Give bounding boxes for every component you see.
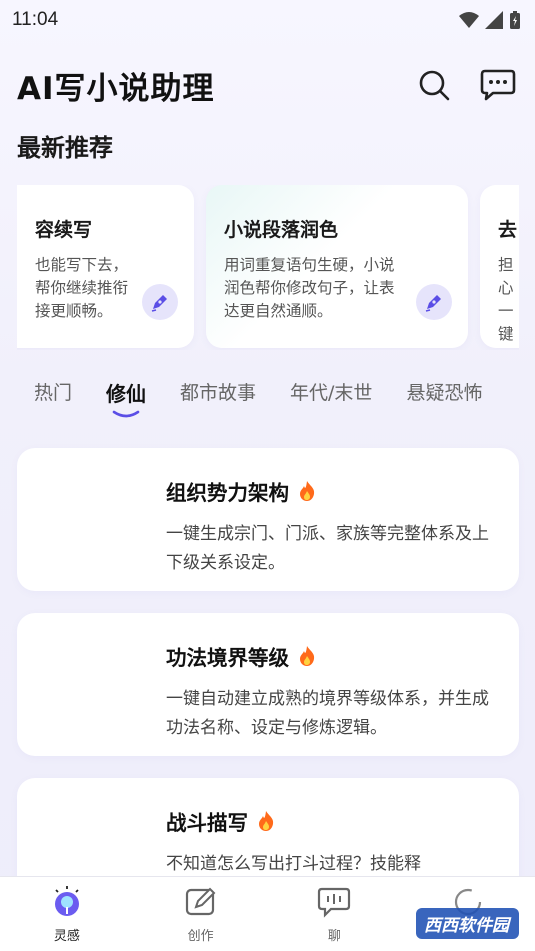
tab-label: 悬疑恐怖	[406, 382, 483, 404]
feature-title: 功法境界等级	[166, 646, 289, 670]
recommend-card-desc: 担心一键更	[498, 256, 514, 350]
carousel-track: 容续写 也能写下去，帮你继续推衔接更顺畅。 小说段落润色 用词重复语句生硬，小说…	[17, 185, 519, 350]
category-tabs: 热门 修仙 都市故事 年代/末世 悬疑恐怖	[17, 372, 535, 422]
feature-desc: 一键自动建立成熟的境界等级体系，并生成功法名称、设定与修炼逻辑。	[166, 689, 489, 738]
recommend-card-title: 去	[498, 219, 518, 241]
feature-desc: 不知道怎么写出打斗过程？技能释	[166, 854, 421, 874]
pen-button[interactable]	[142, 284, 178, 320]
pen-button[interactable]	[416, 284, 452, 320]
nav-label: 灵感	[53, 929, 80, 944]
watermark-logo: 西西软件园	[416, 908, 519, 939]
recommend-card[interactable]: 小说段落润色 用词重复语句生硬，小说润色帮你修改句子，让表达更自然通顺。	[206, 185, 468, 348]
battery-icon	[510, 11, 520, 29]
fire-icon	[259, 811, 274, 831]
feature-title: 战斗描写	[166, 811, 248, 835]
nav-item-chat[interactable]: 聊	[289, 885, 379, 944]
edit-icon	[184, 885, 218, 919]
recommend-carousel[interactable]: 容续写 也能写下去，帮你继续推衔接更顺畅。 小说段落润色 用词重复语句生硬，小说…	[17, 185, 519, 350]
header-actions	[415, 66, 517, 104]
feature-list: 组织势力架构 一键生成宗门、门派、家族等完整体系及上下级关系设定。 功法境界等级…	[17, 448, 519, 943]
signal-icon	[485, 11, 503, 29]
recommend-card-title: 小说段落润色	[224, 219, 339, 241]
feature-title-row: 组织势力架构	[166, 476, 499, 506]
feature-desc: 一键生成宗门、门派、家族等完整体系及上下级关系设定。	[166, 524, 489, 573]
nav-label: 聊	[327, 929, 341, 944]
nav-item-inspiration[interactable]: 灵感	[22, 885, 112, 944]
fire-icon	[300, 646, 315, 666]
tab-label: 修仙	[106, 382, 147, 406]
search-button[interactable]	[415, 66, 453, 104]
feature-title: 组织势力架构	[166, 481, 289, 505]
tab-suspense[interactable]: 悬疑恐怖	[389, 372, 499, 405]
tab-active-indicator	[112, 410, 140, 418]
feature-title-row: 战斗描写	[166, 806, 499, 836]
recommend-card[interactable]: 容续写 也能写下去，帮你继续推衔接更顺畅。	[17, 185, 194, 348]
chat-icon	[317, 885, 351, 919]
watermark-text: 西西软件园	[424, 916, 509, 936]
app-screen: 11:04 AI写小说助理 最新推荐 容续写 也能写下去，帮你继续推衔接更顺畅。…	[0, 0, 535, 951]
tab-label: 热门	[34, 382, 73, 404]
feature-card[interactable]: 功法境界等级 一键自动建立成熟的境界等级体系，并生成功法名称、设定与修炼逻辑。	[17, 613, 519, 756]
tab-urban[interactable]: 都市故事	[163, 372, 273, 405]
pen-icon	[151, 295, 167, 312]
recommend-card-desc: 也能写下去，帮你继续推衔接更顺畅。	[35, 256, 129, 320]
tab-hot[interactable]: 热门	[17, 372, 89, 405]
nav-label: 创作	[187, 929, 214, 944]
recommend-card-desc: 用词重复语句生硬，小说润色帮你修改句子，让表达更自然通顺。	[224, 256, 395, 320]
status-icons	[459, 10, 521, 30]
recommend-card[interactable]: 去 担心一键更	[480, 185, 519, 350]
feature-title-row: 功法境界等级	[166, 641, 499, 671]
pen-icon	[425, 295, 441, 312]
feature-card[interactable]: 组织势力架构 一键生成宗门、门派、家族等完整体系及上下级关系设定。	[17, 448, 519, 591]
app-header: AI写小说助理	[0, 55, 535, 115]
recommend-card-title: 容续写	[35, 219, 93, 241]
tab-label: 年代/末世	[290, 382, 373, 404]
app-title: AI写小说助理	[17, 70, 215, 107]
bottom-nav: 灵感 创作 聊 西西软件园	[0, 876, 535, 951]
fire-icon	[300, 481, 315, 501]
message-button[interactable]	[479, 66, 517, 104]
nav-item-create[interactable]: 创作	[156, 885, 246, 944]
tab-era[interactable]: 年代/末世	[273, 372, 389, 405]
status-time: 11:04	[12, 9, 59, 30]
tab-label: 都市故事	[180, 382, 257, 404]
status-bar: 11:04	[0, 0, 535, 40]
tab-xiuxian[interactable]: 修仙	[89, 372, 163, 418]
bulb-icon	[50, 885, 84, 919]
message-icon	[480, 69, 516, 101]
wifi-icon	[459, 12, 479, 28]
section-title-recommend: 最新推荐	[17, 134, 113, 162]
search-icon	[419, 70, 450, 101]
